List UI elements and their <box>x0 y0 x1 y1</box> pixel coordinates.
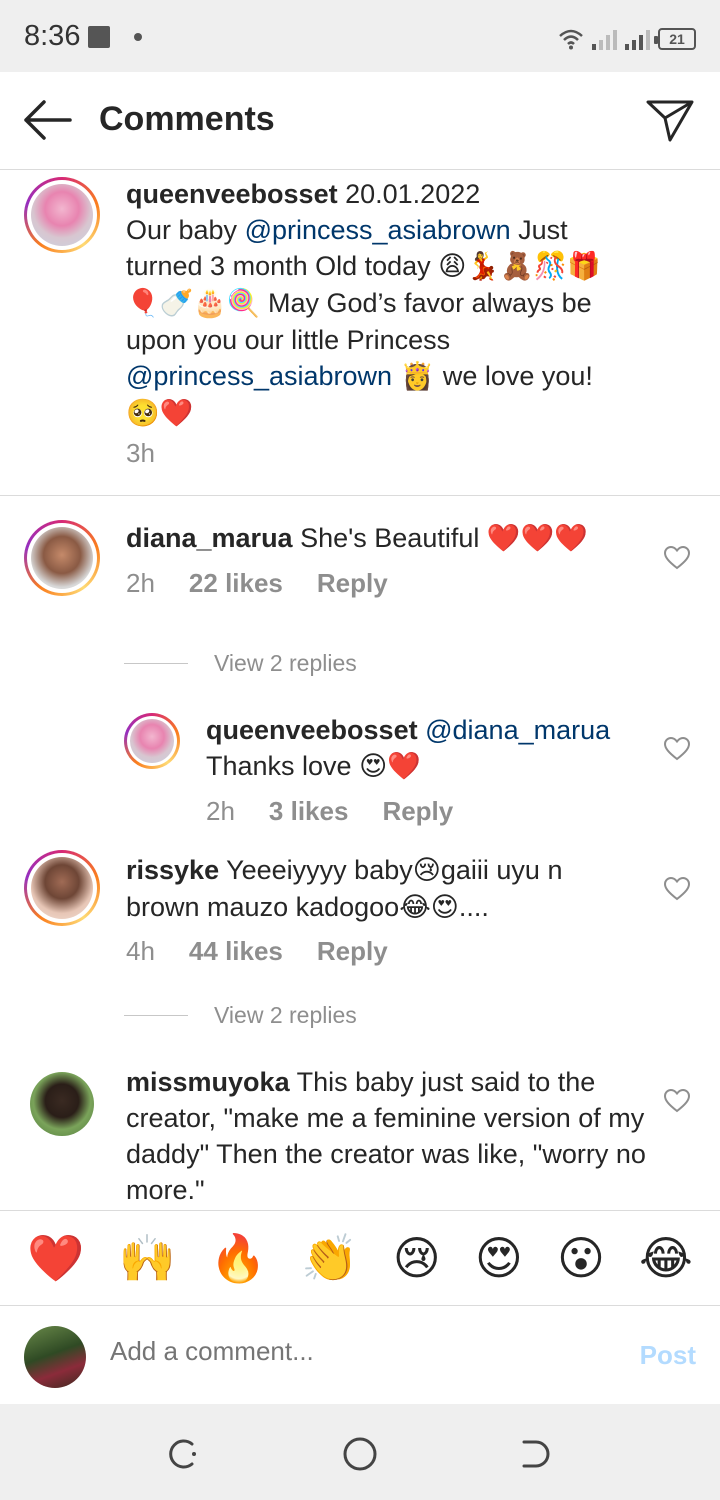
mention-link[interactable]: @princess_asiabrown <box>126 361 392 391</box>
caption-meta: 3h <box>126 438 155 469</box>
reaction-raised-hands[interactable]: 🙌 <box>118 1231 175 1286</box>
princess-emoji: 👸 <box>392 361 443 392</box>
status-bar: 8:36 21 <box>0 0 720 72</box>
add-comment-bar: Post <box>0 1306 720 1404</box>
view-replies-button[interactable]: View 2 replies <box>124 650 357 677</box>
comment-meta: 2h 3 likes Reply <box>206 796 453 827</box>
mention-link[interactable]: @princess_asiabrown <box>245 215 511 245</box>
avatar[interactable] <box>30 1072 94 1136</box>
caption-date: 20.01.2022 <box>345 179 481 209</box>
view-replies-button[interactable]: View 2 replies <box>124 1002 357 1029</box>
status-time: 8:36 <box>24 20 81 52</box>
divider <box>0 495 720 496</box>
reaction-laughing[interactable]: 😂 <box>639 1231 693 1285</box>
comment-text: missmuyoka This baby just said to the cr… <box>126 1064 646 1208</box>
back-button[interactable] <box>20 96 74 144</box>
signal-icon-sim1 <box>592 28 617 50</box>
paper-plane-icon <box>646 100 694 142</box>
comment-timestamp: 2h <box>206 796 235 826</box>
reaction-heart[interactable]: ❤️ <box>27 1231 84 1286</box>
comment-emojis: 😍❤️ <box>359 751 421 782</box>
share-button[interactable] <box>644 94 696 146</box>
avatar[interactable] <box>24 177 100 253</box>
system-nav-bar <box>0 1404 720 1500</box>
comment-body: Yeeeiyyyy baby <box>219 855 413 885</box>
caption-text: queenveebosset 20.01.2022 Our baby @prin… <box>126 176 626 432</box>
comments-header: Comments <box>0 72 720 170</box>
view-replies-label: View 2 replies <box>214 1002 357 1028</box>
comment-username[interactable]: diana_marua <box>126 523 293 553</box>
comment-emojis: ❤️❤️❤️ <box>486 523 588 554</box>
reply-button[interactable]: Reply <box>317 568 388 599</box>
arrow-left-icon <box>24 100 72 140</box>
comment-meta: 4h 44 likes Reply <box>126 936 388 967</box>
comment-username[interactable]: missmuyoka <box>126 1067 290 1097</box>
notification-icon <box>88 26 110 48</box>
page-title: Comments <box>99 100 275 138</box>
comment-username[interactable]: rissyke <box>126 855 219 885</box>
reaction-surprised[interactable]: 😮 <box>557 1231 605 1285</box>
comments-list[interactable]: queenveebosset 20.01.2022 Our baby @prin… <box>0 170 720 1210</box>
reaction-heart-eyes[interactable]: 😍 <box>475 1231 523 1285</box>
crying-emoji: 😢 <box>412 855 441 886</box>
reaction-clap[interactable]: 👏 <box>301 1231 358 1286</box>
caption-text-part: we love you! <box>442 361 593 391</box>
avatar[interactable] <box>24 850 100 926</box>
comment-body: She's Beautiful <box>292 523 487 553</box>
likes-count[interactable]: 3 likes <box>269 796 349 827</box>
avatar <box>24 1326 86 1388</box>
quick-reactions-bar: ❤️ 🙌 🔥 👏 😢 😍 😮 😂 <box>0 1210 720 1306</box>
caption-username[interactable]: queenveebosset <box>126 179 338 209</box>
comment-text: rissyke Yeeeiyyyy baby😢gaiii uyu n brown… <box>126 852 626 926</box>
caption-text-part: Our baby <box>126 215 245 245</box>
comment-timestamp: 2h <box>126 568 155 598</box>
recent-apps-icon[interactable] <box>164 1434 204 1474</box>
home-icon[interactable] <box>340 1434 380 1474</box>
comment-input[interactable] <box>110 1336 590 1367</box>
view-replies-label: View 2 replies <box>214 650 357 676</box>
comment-body: .... <box>458 892 489 922</box>
post-button[interactable]: Post <box>640 1340 696 1371</box>
back-nav-icon[interactable] <box>516 1434 556 1474</box>
view-replies-line <box>124 1015 188 1016</box>
comment-timestamp: 4h <box>126 936 155 966</box>
comment-body: Thanks love <box>206 751 360 781</box>
reply-button[interactable]: Reply <box>317 936 388 967</box>
heart-icon[interactable] <box>664 737 690 761</box>
likes-count[interactable]: 22 likes <box>189 568 283 599</box>
caption-emojis-end: 🥺❤️ <box>126 398 194 429</box>
view-replies-line <box>124 663 188 664</box>
heart-icon[interactable] <box>664 546 690 570</box>
reply-button[interactable]: Reply <box>382 796 453 827</box>
likes-count[interactable]: 44 likes <box>189 936 283 967</box>
battery-icon: 21 <box>654 28 696 50</box>
comment-text: diana_marua She's Beautiful ❤️❤️❤️ <box>126 520 626 557</box>
caption-timestamp: 3h <box>126 438 155 468</box>
more-notifications-icon <box>134 33 142 41</box>
signal-icon-sim2 <box>625 28 650 50</box>
reaction-fire[interactable]: 🔥 <box>210 1231 267 1286</box>
heart-icon[interactable] <box>664 877 690 901</box>
comment-meta: 2h 22 likes Reply <box>126 568 388 599</box>
comment-username[interactable]: queenveebosset <box>206 715 418 745</box>
reaction-crying[interactable]: 😢 <box>393 1231 441 1285</box>
wifi-icon <box>559 29 583 50</box>
avatar[interactable] <box>24 520 100 596</box>
avatar[interactable] <box>124 713 180 769</box>
heart-icon[interactable] <box>664 1089 690 1113</box>
mention-link[interactable]: @diana_marua <box>425 715 610 745</box>
comment-emojis: 😂😍 <box>399 892 459 923</box>
reply-text: queenveebosset @diana_marua Thanks love … <box>206 712 626 785</box>
